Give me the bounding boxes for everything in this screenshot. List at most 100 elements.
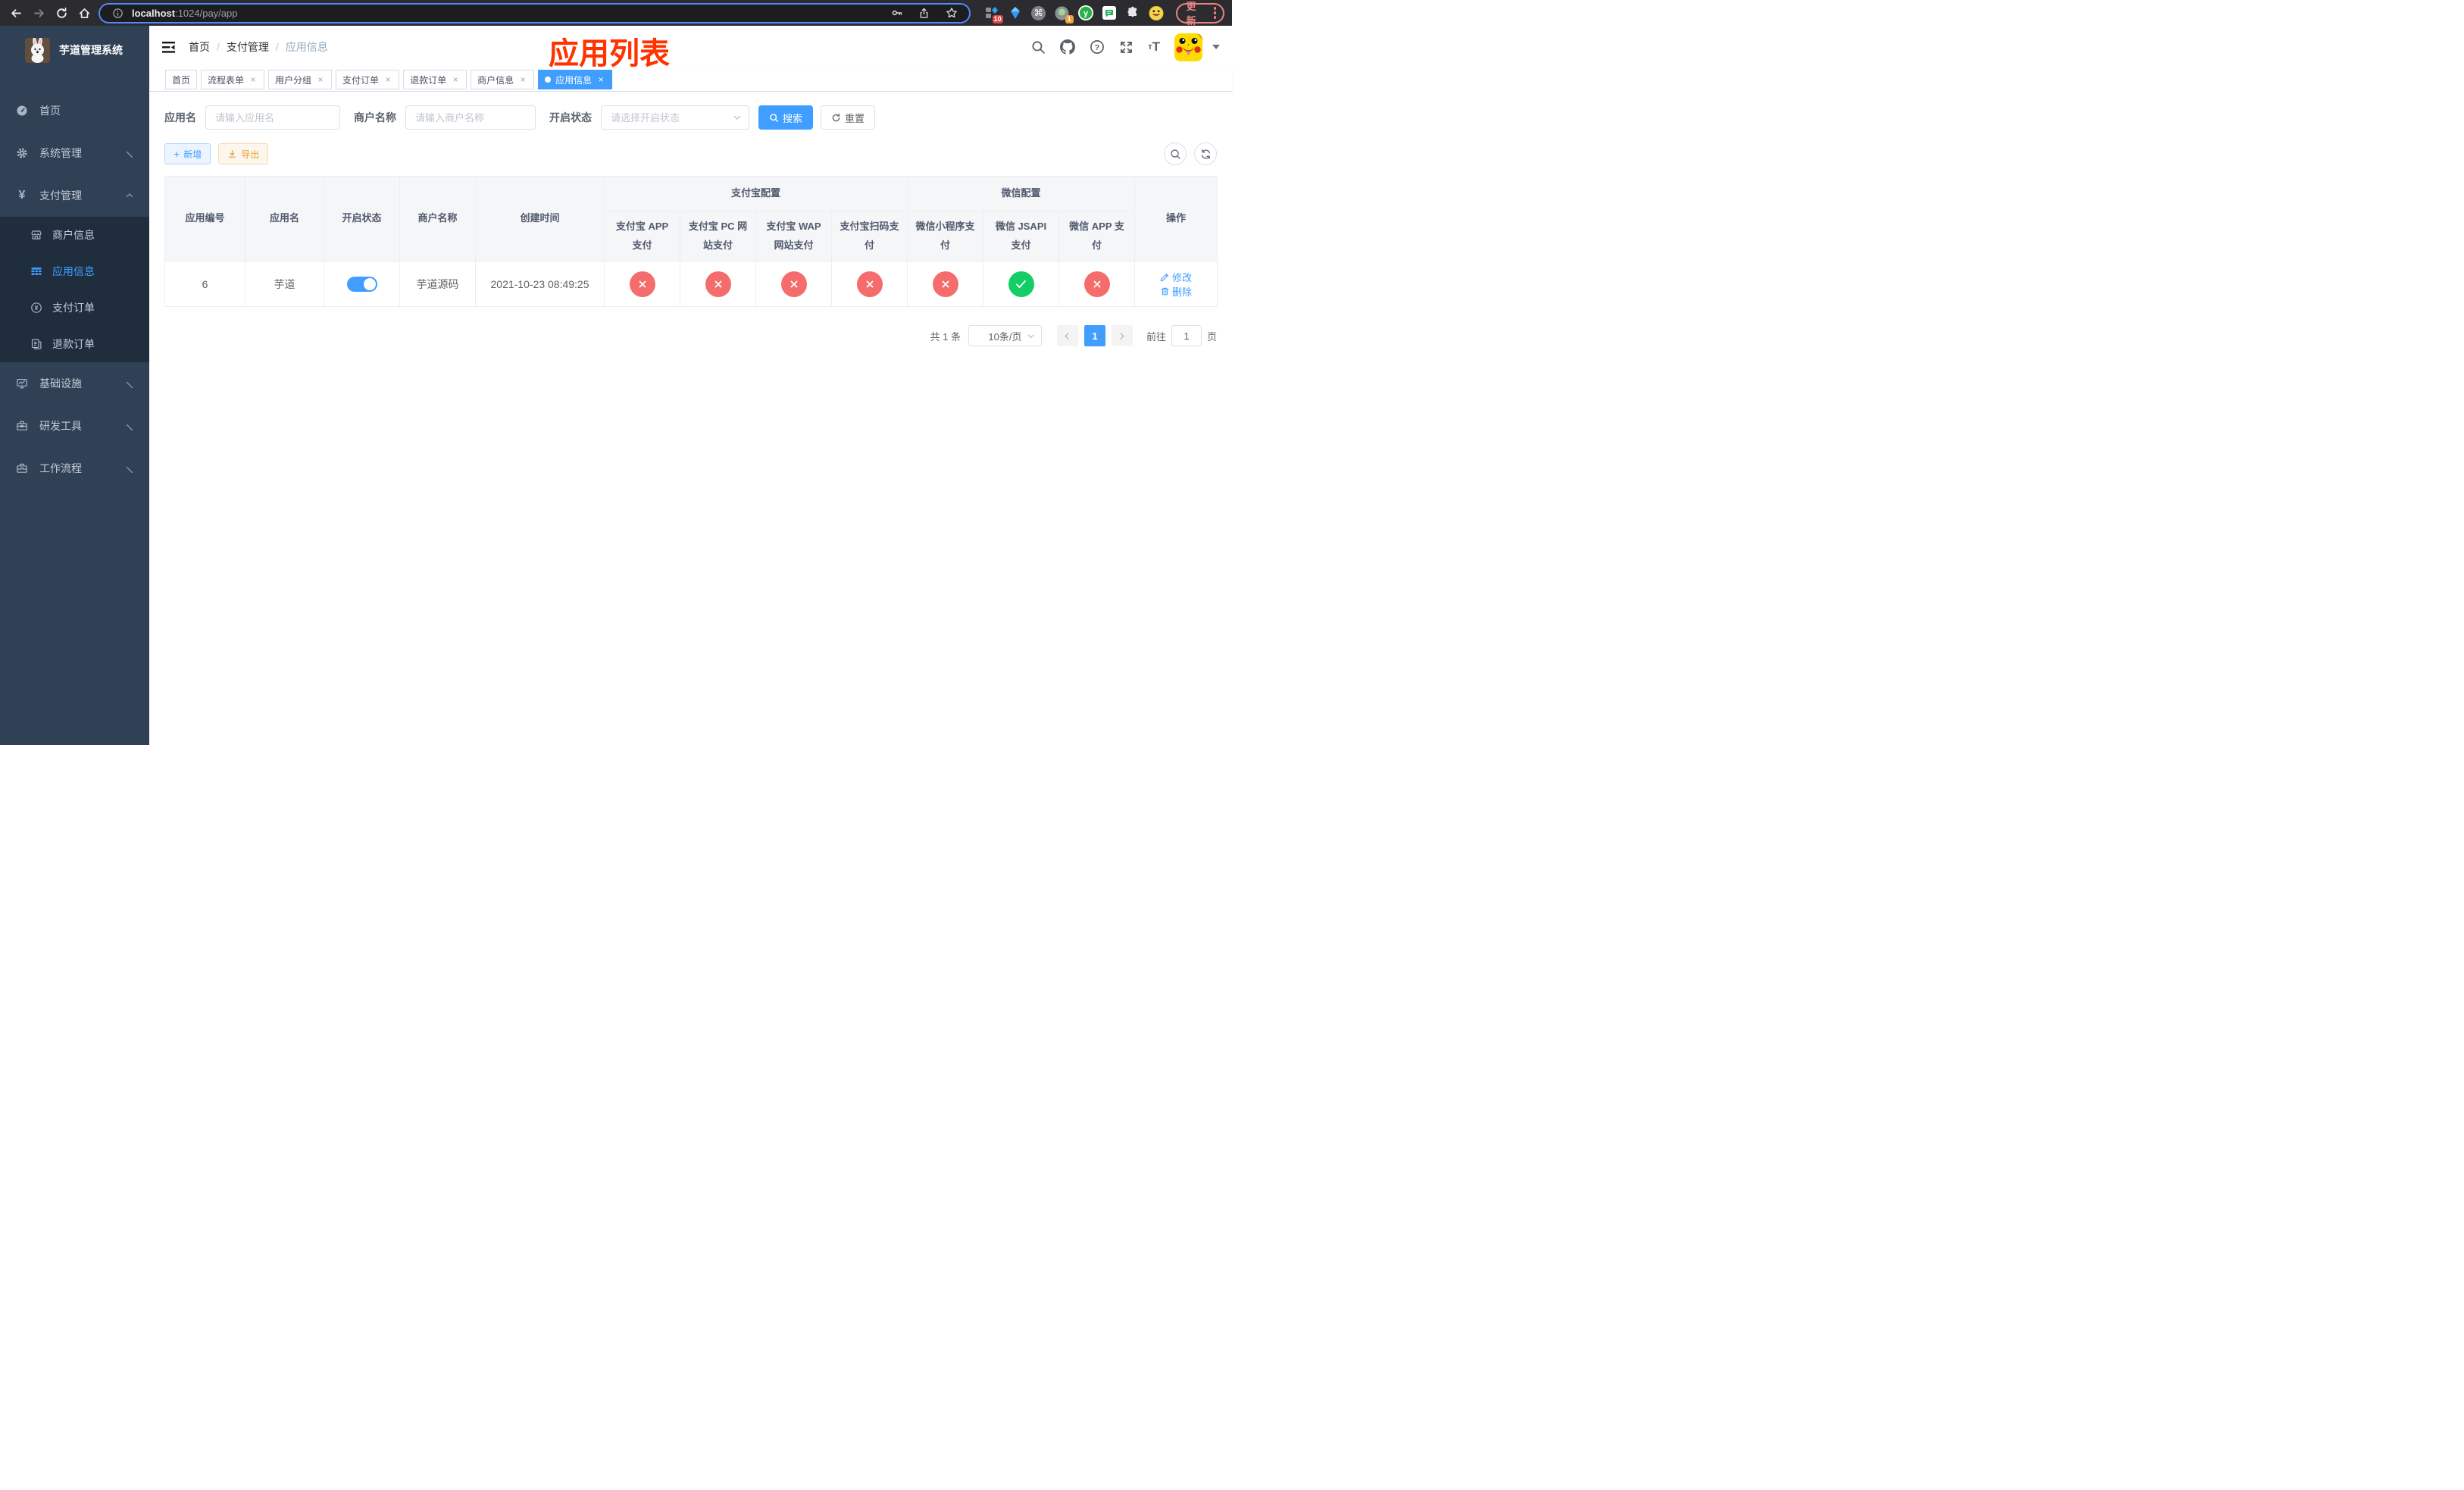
- tab-close-icon[interactable]: ×: [316, 75, 325, 84]
- sidebar-collapse-icon[interactable]: [161, 41, 176, 54]
- gear-icon: [15, 147, 29, 159]
- extension-badge: 10: [992, 15, 1003, 23]
- bookmark-star-icon[interactable]: [943, 5, 960, 21]
- browser-menu-icon[interactable]: [1213, 7, 1216, 19]
- svg-text:?: ?: [1095, 43, 1099, 52]
- dashboard-icon: [15, 105, 29, 117]
- add-button[interactable]: + 新增: [164, 143, 211, 164]
- sidebar-item-首页[interactable]: 首页: [0, 89, 149, 132]
- tab-商户信息[interactable]: 商户信息 ×: [471, 70, 535, 89]
- chevron-down-icon: [125, 149, 134, 158]
- home-icon[interactable]: [76, 5, 92, 21]
- proxy-extension-icon[interactable]: 1: [1055, 5, 1074, 23]
- update-label: 更新: [1186, 1, 1196, 27]
- cross-circle-icon: [856, 271, 883, 297]
- edit-button[interactable]: 修改: [1160, 270, 1192, 284]
- refresh-table-button[interactable]: [1194, 142, 1217, 165]
- address-bar[interactable]: localhost:1024/pay/app: [98, 2, 971, 23]
- profile-avatar-icon[interactable]: [1149, 5, 1164, 20]
- gem-extension-icon[interactable]: [1008, 5, 1023, 20]
- status-select-input[interactable]: [601, 105, 749, 130]
- status-select[interactable]: [601, 105, 749, 130]
- svg-text:y: y: [1083, 9, 1089, 18]
- tags-view: 首页 流程表单 × 用户分组 × 支付订单 × 退款订单 × 商户信息 × 应用信息 ×: [149, 68, 1232, 92]
- puzzle-extensions-icon[interactable]: [1125, 5, 1140, 20]
- active-tab-dot: [545, 77, 552, 83]
- cell-actions: 修改 删除: [1134, 261, 1218, 307]
- forward-icon[interactable]: [30, 5, 47, 21]
- tab-close-icon[interactable]: ×: [596, 75, 605, 84]
- tab-close-icon[interactable]: ×: [518, 75, 527, 84]
- column-header: 应用名: [245, 176, 324, 261]
- sidebar-item-基础设施[interactable]: 基础设施: [0, 362, 149, 405]
- goto-label: 前往: [1146, 330, 1166, 343]
- breadcrumb-item[interactable]: 首页: [189, 39, 210, 55]
- tab-close-icon[interactable]: ×: [249, 75, 258, 84]
- back-icon[interactable]: [8, 5, 24, 21]
- app-name-input[interactable]: [205, 105, 340, 130]
- search-icon[interactable]: [1031, 40, 1046, 55]
- password-key-icon[interactable]: [889, 5, 905, 21]
- sidebar-item-应用信息[interactable]: 应用信息: [0, 253, 149, 290]
- tab-close-icon[interactable]: ×: [451, 75, 460, 84]
- navbar: 首页 / 支付管理 / 应用信息 ? тT: [149, 26, 1232, 68]
- export-button-label: 导出: [241, 149, 260, 160]
- check-circle-icon: [1008, 271, 1034, 297]
- reset-button-label: 重置: [845, 112, 865, 124]
- status-toggle[interactable]: [346, 276, 377, 292]
- cell-pay-config: [907, 261, 984, 307]
- next-page-button[interactable]: [1111, 325, 1133, 346]
- sidebar-menu: 首页系统管理 ¥ 支付管理商户信息应用信息 ¥ 支付订单 退款订单 基础设施 研发工具 工作流程: [0, 74, 149, 490]
- sidebar-item-研发工具[interactable]: 研发工具: [0, 405, 149, 447]
- breadcrumb-item[interactable]: 支付管理: [227, 39, 269, 55]
- font-size-icon[interactable]: тT: [1148, 39, 1160, 55]
- github-icon[interactable]: [1060, 39, 1076, 55]
- tab-流程表单[interactable]: 流程表单 ×: [201, 70, 265, 89]
- sidebar-logo[interactable]: 芋道管理系统: [0, 26, 149, 74]
- reset-button[interactable]: 重置: [821, 105, 876, 130]
- reload-icon[interactable]: [53, 5, 70, 21]
- site-info-icon[interactable]: [109, 5, 126, 21]
- cell-created: 2021-10-23 08:49:25: [475, 261, 605, 307]
- sidebar-item-退款订单[interactable]: 退款订单: [0, 326, 149, 362]
- pagination-total: 共 1 条: [930, 330, 961, 343]
- help-icon[interactable]: ?: [1090, 39, 1105, 55]
- breadcrumb-separator: /: [275, 41, 279, 53]
- adblock-extension-icon[interactable]: 10: [984, 5, 1003, 23]
- page-size-value: 10条/页: [988, 330, 1022, 343]
- sidebar-item-label: 系统管理: [39, 147, 82, 159]
- tab-close-icon[interactable]: ×: [383, 75, 392, 84]
- share-icon[interactable]: [916, 5, 933, 21]
- delete-button[interactable]: 删除: [1160, 284, 1192, 299]
- sidebar-item-商户信息[interactable]: 商户信息: [0, 217, 149, 253]
- url-host: localhost: [132, 7, 176, 19]
- cell-pay-config: [830, 261, 908, 307]
- merchant-name-input[interactable]: [405, 105, 536, 130]
- sidebar-item-支付管理[interactable]: ¥ 支付管理: [0, 174, 149, 217]
- yuque-extension-icon[interactable]: y: [1077, 5, 1093, 20]
- sidebar-item-label: 商户信息: [52, 229, 95, 241]
- show-search-toggle-button[interactable]: [1164, 142, 1187, 165]
- tab-支付订单[interactable]: 支付订单 ×: [336, 70, 400, 89]
- sidebar-item-工作流程[interactable]: 工作流程: [0, 447, 149, 490]
- chat-extension-icon[interactable]: [1102, 5, 1117, 20]
- tab-首页[interactable]: 首页: [165, 70, 198, 89]
- user-avatar[interactable]: [1174, 33, 1202, 61]
- user-menu-caret-icon[interactable]: [1212, 45, 1220, 49]
- export-button[interactable]: 导出: [218, 143, 269, 164]
- page-number-button[interactable]: 1: [1083, 325, 1105, 346]
- page-size-select[interactable]: 10条/页: [968, 325, 1042, 346]
- monitor-icon: [15, 377, 29, 390]
- goto-page-input[interactable]: [1171, 325, 1202, 346]
- sidebar-item-支付订单[interactable]: ¥ 支付订单: [0, 290, 149, 326]
- column-header: 创建时间: [475, 176, 605, 261]
- fullscreen-icon[interactable]: [1119, 40, 1134, 55]
- cross-circle-icon: [705, 271, 731, 297]
- search-button[interactable]: 搜索: [758, 105, 814, 130]
- browser-update-button[interactable]: 更新: [1175, 1, 1224, 27]
- sidebar-item-系统管理[interactable]: 系统管理: [0, 132, 149, 174]
- command-extension-icon[interactable]: ⌘: [1031, 5, 1046, 20]
- tab-用户分组[interactable]: 用户分组 ×: [268, 70, 333, 89]
- prev-page-button[interactable]: [1056, 325, 1078, 346]
- tab-退款订单[interactable]: 退款订单 ×: [403, 70, 467, 89]
